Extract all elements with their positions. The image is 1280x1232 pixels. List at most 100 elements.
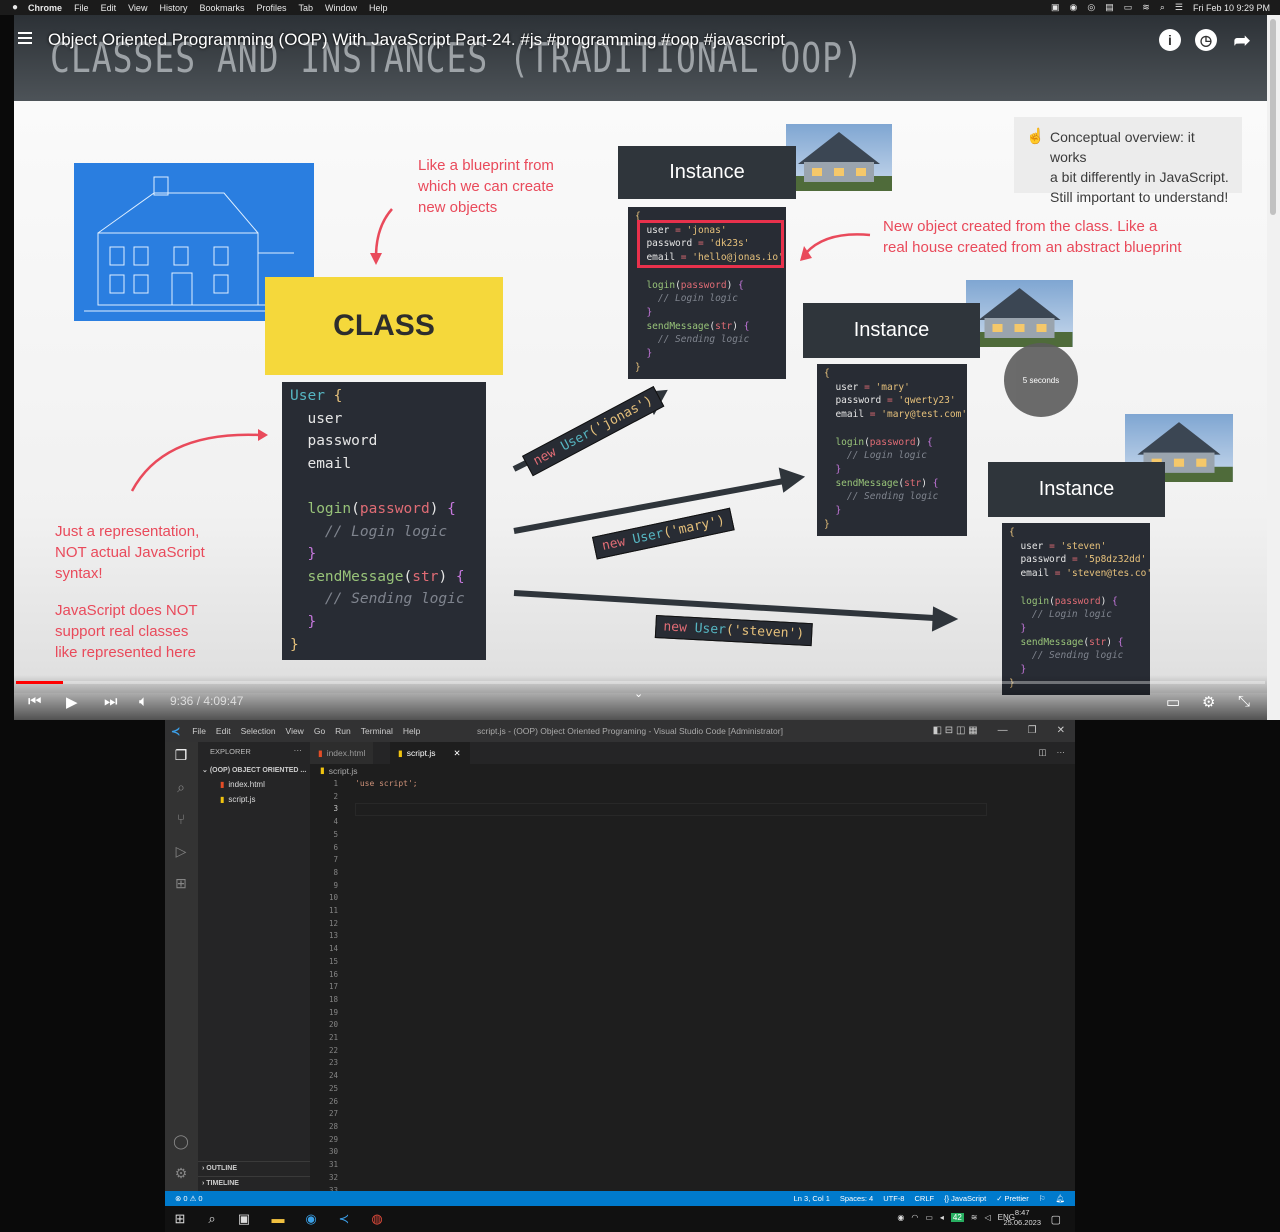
volume-icon[interactable]: ◁ (985, 1213, 991, 1222)
encoding[interactable]: UTF-8 (883, 1194, 904, 1203)
line-number: 9 (333, 880, 338, 890)
vs-menu-view[interactable]: View (286, 726, 304, 736)
menu-bar-clock[interactable]: Fri Feb 10 9:29 PM (1193, 3, 1270, 13)
problems-indicator[interactable]: ⊗ 0 ⚠ 0 (175, 1194, 203, 1203)
search-icon[interactable]: ⌕ (1160, 2, 1165, 13)
menu-history[interactable]: History (159, 3, 187, 13)
battery-icon[interactable]: ▭ (1124, 2, 1133, 13)
record-icon[interactable]: ◎ (1087, 2, 1095, 13)
app-icon[interactable]: ◉ (302, 1210, 320, 1228)
editor-more-icon[interactable]: ··· (1057, 747, 1066, 758)
slide-header: CLASSES AND INSTANCES (TRADITIONAL OOP) (14, 15, 1267, 101)
windows-start-icon[interactable]: ⊞ (171, 1210, 189, 1228)
menu-window[interactable]: Window (325, 3, 357, 13)
menu-tab[interactable]: Tab (299, 3, 314, 13)
info-icon[interactable]: i (1159, 29, 1181, 51)
prettier-status[interactable]: ✓ Prettier (996, 1194, 1029, 1203)
tab-index-html[interactable]: ▮ index.html (310, 742, 374, 764)
hamburger-icon[interactable] (18, 32, 32, 47)
menu-edit[interactable]: Edit (101, 3, 117, 13)
scrollbar-thumb[interactable] (1270, 19, 1276, 215)
vs-menu-run[interactable]: Run (335, 726, 351, 736)
settings-icon[interactable]: ⚙ (1202, 693, 1215, 711)
record-icon[interactable]: ◂ (940, 1213, 944, 1222)
vs-menu-file[interactable]: File (192, 726, 206, 736)
indentation[interactable]: Spaces: 4 (840, 1194, 873, 1203)
vs-menu-go[interactable]: Go (314, 726, 325, 736)
feedback-icon[interactable]: ⚐ (1039, 1194, 1046, 1203)
apple-icon[interactable]: ● (12, 2, 18, 13)
explorer-icon[interactable]: ❐ (172, 746, 190, 764)
cursor-position[interactable]: Ln 3, Col 1 (794, 1194, 830, 1203)
action-center-icon[interactable]: ▢ (1051, 1213, 1061, 1226)
taskbar-clock[interactable]: 8:47 25.06.2023 (1003, 1208, 1041, 1228)
tray-app-icon[interactable]: ◉ (897, 1213, 904, 1222)
play-icon[interactable]: ▶ (66, 693, 78, 711)
fullscreen-exit-icon[interactable]: ⤡ (1238, 693, 1250, 710)
vs-menu-terminal[interactable]: Terminal (361, 726, 393, 736)
search-icon[interactable]: ⌕ (172, 778, 190, 796)
close-tab-icon[interactable]: ✕ (454, 748, 461, 759)
menu-profiles[interactable]: Profiles (256, 3, 286, 13)
video-title[interactable]: Object Oriented Programming (OOP) With J… (48, 30, 785, 50)
battery-icon[interactable]: ▭ (925, 1213, 933, 1222)
restore-icon[interactable]: ❐ (1028, 725, 1037, 736)
extensions-icon[interactable]: ⊞ (172, 874, 190, 892)
subtitles-icon[interactable]: ▭ (1166, 693, 1180, 711)
manage-gear-icon[interactable]: ⚙ (172, 1164, 190, 1182)
notifications-icon[interactable]: 🔔︎ (1055, 1194, 1065, 1203)
timeline-section[interactable]: › TIMELINE (198, 1176, 310, 1191)
workspace-folder[interactable]: ⌄ (OOP) OBJECT ORIENTED ... (202, 766, 306, 774)
youtube-player[interactable]: CLASSES AND INSTANCES (TRADITIONAL OOP) … (14, 15, 1267, 720)
run-debug-icon[interactable]: ▷ (172, 842, 190, 860)
search-icon[interactable]: ⌕ (203, 1210, 221, 1228)
network-icon[interactable]: ◠ (911, 1213, 918, 1222)
chrome-taskbar-icon[interactable]: ◍ (368, 1210, 386, 1228)
tab-script-js[interactable]: ▮ script.js ✕ (390, 742, 470, 764)
control-center-icon[interactable]: ☰ (1175, 2, 1183, 13)
menu-bookmarks[interactable]: Bookmarks (199, 3, 244, 13)
minimize-icon[interactable]: — (998, 725, 1008, 736)
menu-file[interactable]: File (74, 3, 89, 13)
file-index-html[interactable]: ▮ index.html (220, 780, 265, 789)
split-editor-icon[interactable]: ◫ (1038, 747, 1046, 758)
menu-help[interactable]: Help (369, 3, 388, 13)
display-icon[interactable]: ▤ (1105, 2, 1114, 13)
wifi-icon[interactable]: ≋ (971, 1213, 978, 1222)
file-script-js[interactable]: ▮ script.js (220, 795, 256, 804)
line-number: 29 (328, 1134, 338, 1144)
volume-icon[interactable]: 🔈︎ (139, 693, 148, 710)
breadcrumb[interactable]: ▮ script.js (320, 765, 358, 776)
menu-view[interactable]: View (128, 3, 147, 13)
watch-later-icon[interactable]: ◷ (1195, 29, 1217, 51)
more-actions-icon[interactable]: ··· (294, 745, 303, 755)
vs-menu-help[interactable]: Help (403, 726, 420, 736)
tray-badge[interactable]: 42 (950, 1213, 964, 1222)
telegram-icon[interactable]: ◉ (1070, 2, 1078, 13)
account-icon[interactable]: ◯ (172, 1132, 190, 1150)
share-icon[interactable]: ➦ (1231, 29, 1253, 52)
wifi-icon[interactable]: ≋ (1142, 2, 1150, 13)
next-icon[interactable]: ⏭ (104, 693, 118, 710)
close-window-icon[interactable]: ✕ (1057, 725, 1065, 736)
task-view-icon[interactable]: ▣ (235, 1210, 253, 1228)
screen-share-icon[interactable]: ▣ (1051, 2, 1060, 13)
progress-bar[interactable] (16, 681, 1265, 684)
vs-menu-edit[interactable]: Edit (216, 726, 231, 736)
chevron-down-icon[interactable]: ⌄ (634, 687, 643, 700)
file-explorer-icon[interactable]: ▬ (269, 1210, 287, 1228)
language-mode[interactable]: {} JavaScript (944, 1194, 986, 1203)
code-line-1[interactable]: 'use script'; (355, 778, 418, 791)
menu-app-name[interactable]: Chrome (28, 3, 62, 13)
vs-menu-selection[interactable]: Selection (241, 726, 276, 736)
line-ending[interactable]: CRLF (914, 1194, 934, 1203)
vscode-taskbar-icon[interactable]: ≺ (335, 1210, 353, 1228)
page-scrollbar[interactable] (1267, 15, 1280, 720)
source-control-icon[interactable]: ⑂ (172, 810, 190, 828)
line-number: 8 (333, 867, 338, 877)
layout-icon[interactable]: ◧ ⊟ ◫ ▦ (933, 725, 978, 736)
line-number: 5 (333, 829, 338, 839)
outline-section[interactable]: › OUTLINE (198, 1161, 310, 1176)
line-number: 28 (328, 1121, 338, 1131)
previous-icon[interactable]: ⏮ (28, 693, 42, 710)
